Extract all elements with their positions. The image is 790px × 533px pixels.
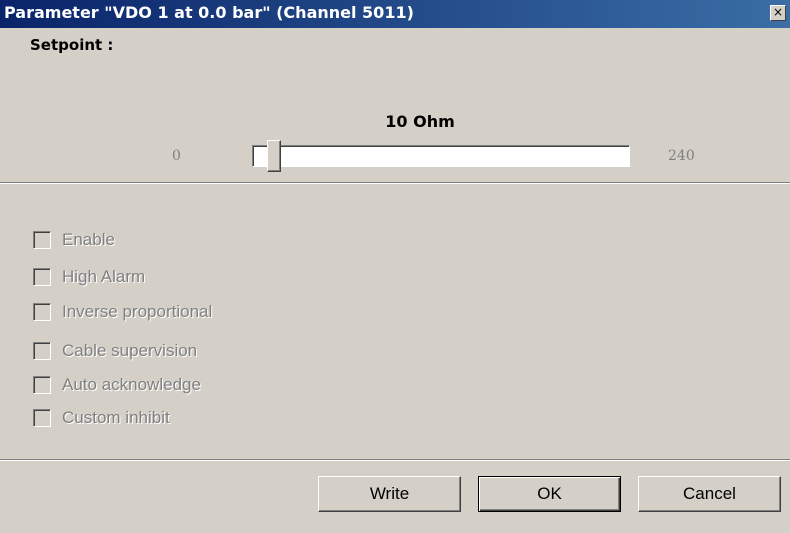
auto-acknowledge-checkbox[interactable]: Auto acknowledge xyxy=(33,374,201,396)
parameter-dialog: Parameter "VDO 1 at 0.0 bar" (Channel 50… xyxy=(0,0,790,533)
setpoint-value-label: 10 Ohm xyxy=(385,112,455,131)
close-icon[interactable]: × xyxy=(770,5,786,21)
title-bar: Parameter "VDO 1 at 0.0 bar" (Channel 50… xyxy=(0,0,790,28)
custom-inhibit-checkbox[interactable]: Custom inhibit xyxy=(33,407,170,429)
checkbox-box[interactable] xyxy=(33,303,51,321)
window-title: Parameter "VDO 1 at 0.0 bar" (Channel 50… xyxy=(4,3,414,22)
checkbox-label: High Alarm xyxy=(62,267,146,286)
setpoint-slider-track[interactable] xyxy=(252,145,630,167)
checkbox-label: Custom inhibit xyxy=(62,408,170,427)
cable-supervision-checkbox[interactable]: Cable supervision xyxy=(33,340,197,362)
checkbox-box[interactable] xyxy=(33,268,51,286)
setpoint-slider-thumb[interactable] xyxy=(267,140,281,172)
checkbox-box[interactable] xyxy=(33,231,51,249)
enable-checkbox[interactable]: Enable xyxy=(33,229,115,251)
checkbox-box[interactable] xyxy=(33,409,51,427)
checkbox-box[interactable] xyxy=(33,376,51,394)
checkbox-box[interactable] xyxy=(33,342,51,360)
ok-button[interactable]: OK xyxy=(478,476,621,512)
cancel-button[interactable]: Cancel xyxy=(638,476,781,512)
separator-top xyxy=(0,182,790,184)
slider-min-label: 0 xyxy=(172,148,181,164)
high-alarm-checkbox[interactable]: High Alarm xyxy=(33,266,145,288)
separator-bottom xyxy=(0,459,790,461)
checkbox-label: Enable xyxy=(62,230,115,249)
setpoint-label: Setpoint : xyxy=(30,36,114,54)
write-button[interactable]: Write xyxy=(318,476,461,512)
slider-max-label: 240 xyxy=(668,148,695,164)
checkbox-label: Inverse proportional xyxy=(62,302,213,321)
checkbox-label: Auto acknowledge xyxy=(62,375,201,394)
inverse-proportional-checkbox[interactable]: Inverse proportional xyxy=(33,301,212,323)
checkbox-label: Cable supervision xyxy=(62,341,198,360)
